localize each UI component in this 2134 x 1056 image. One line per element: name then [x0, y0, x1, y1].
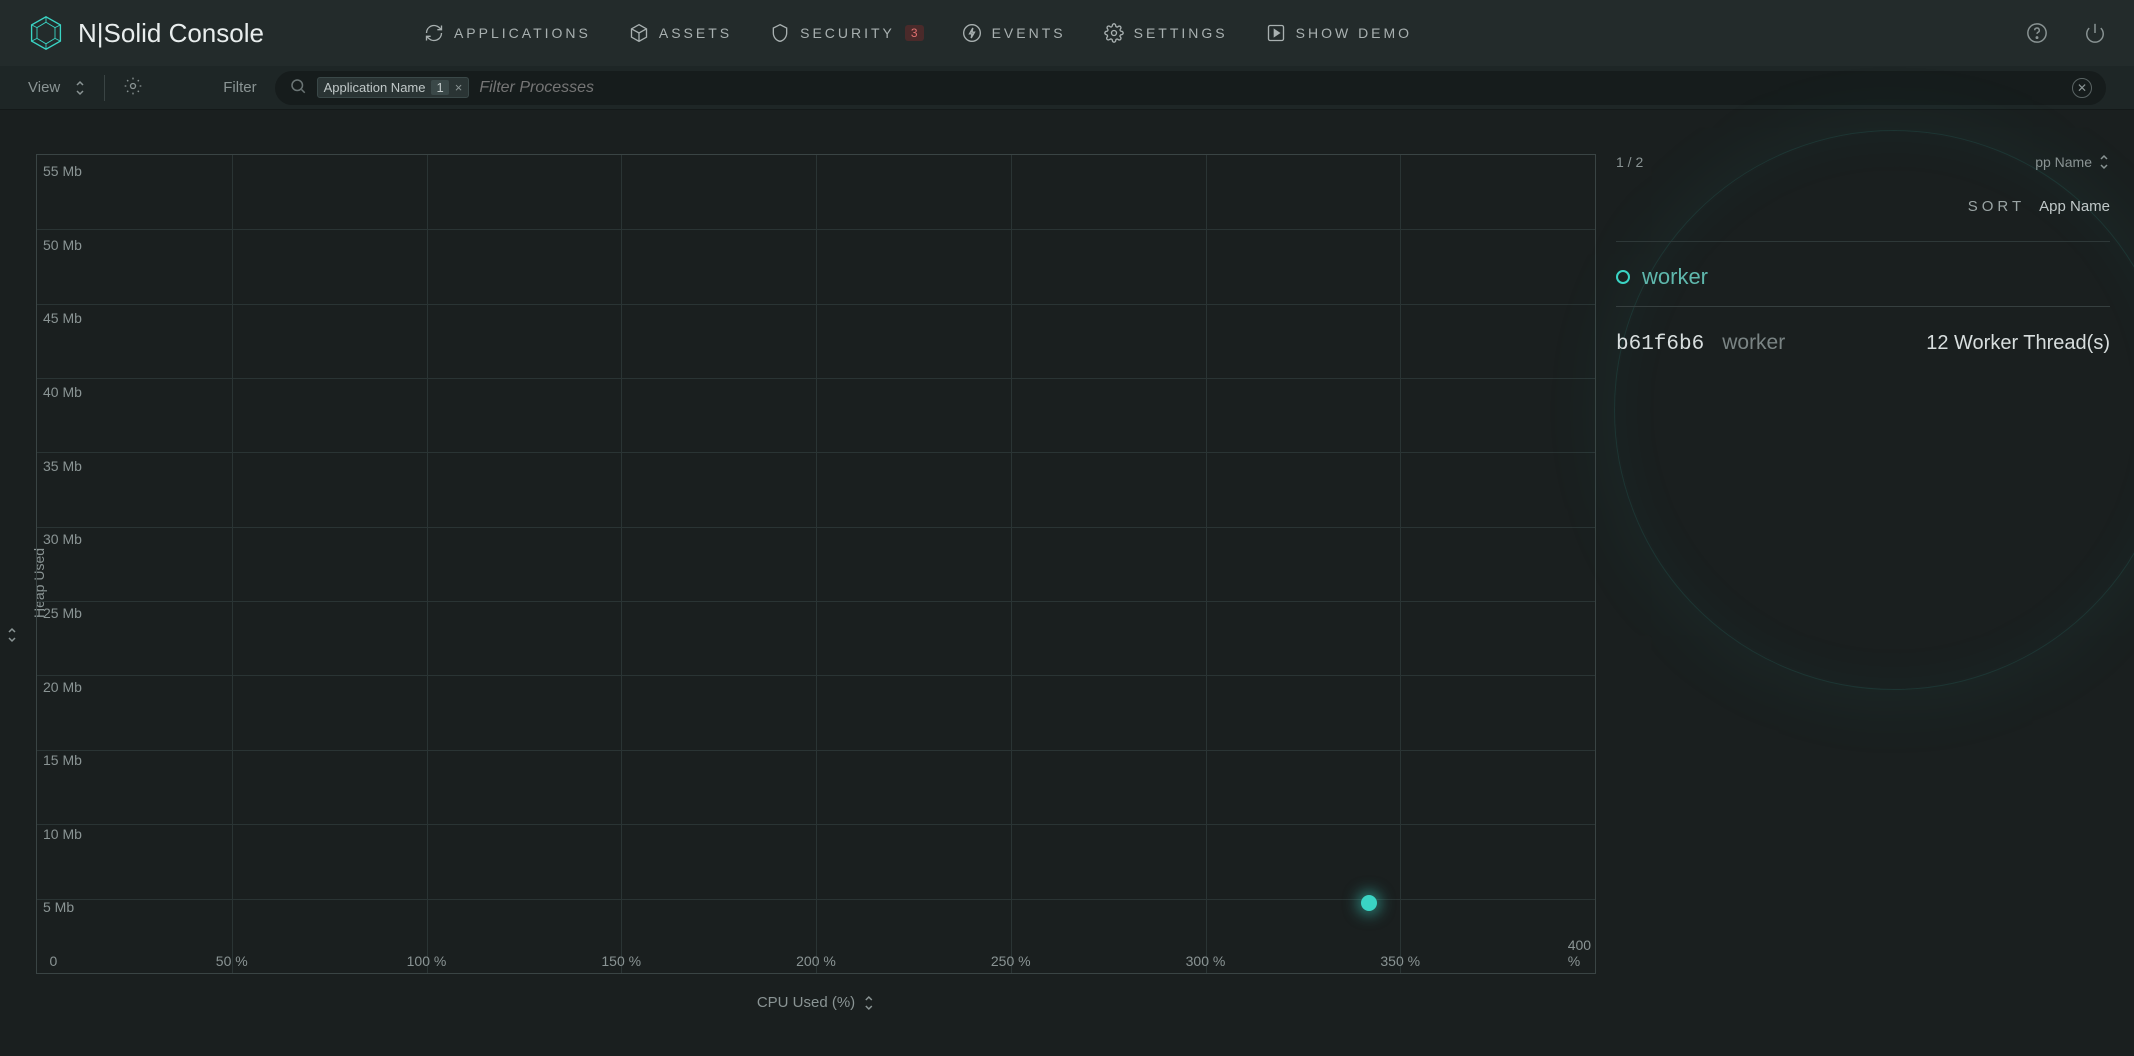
top-nav: APPLICATIONS ASSETS SECURITY 3 EVENTS — [424, 23, 1412, 43]
chip-label: Application Name — [324, 80, 426, 95]
cube-icon — [629, 23, 649, 43]
search-icon — [289, 77, 307, 98]
right-panel: 1 / 2 pp Name SORT App Name worker b61f6… — [1616, 154, 2110, 380]
process-name: worker — [1722, 331, 1785, 355]
nav-label: SECURITY — [800, 25, 895, 41]
data-point-worker[interactable] — [1361, 895, 1377, 911]
nav-assets[interactable]: ASSETS — [629, 23, 732, 43]
y-tick: 20 Mb — [43, 679, 82, 695]
y-axis-updown-icon[interactable] — [6, 627, 18, 646]
sort-label: SORT — [1968, 198, 2025, 215]
x-tick: 350 % — [1380, 953, 1420, 969]
y-tick: 30 Mb — [43, 531, 82, 547]
shield-icon — [770, 23, 790, 43]
app-status-dot-icon — [1616, 270, 1630, 284]
filter-input[interactable] — [479, 79, 2062, 97]
nav-label: SETTINGS — [1134, 25, 1228, 41]
power-icon[interactable] — [2084, 22, 2106, 44]
nav-events[interactable]: EVENTS — [962, 23, 1066, 43]
updown-icon — [863, 995, 875, 1011]
y-tick: 5 Mb — [43, 899, 74, 915]
y-tick: 45 Mb — [43, 310, 82, 326]
view-settings-icon[interactable] — [123, 76, 143, 99]
nav-applications[interactable]: APPLICATIONS — [424, 23, 591, 43]
filter-bar: View Filter Application Name 1 × ✕ — [0, 66, 2134, 110]
header-right — [2026, 22, 2106, 44]
panel-top-row: 1 / 2 pp Name — [1616, 154, 2110, 170]
chip-remove-icon[interactable]: × — [455, 80, 463, 95]
nav-show-demo[interactable]: SHOW DEMO — [1266, 23, 1412, 43]
nav-security[interactable]: SECURITY 3 — [770, 23, 923, 43]
x-tick: 0 — [49, 953, 57, 969]
logo-icon — [28, 15, 64, 51]
panel-divider — [1616, 241, 2110, 242]
y-tick: 25 Mb — [43, 605, 82, 621]
chip-count: 1 — [431, 80, 448, 95]
y-tick: 15 Mb — [43, 752, 82, 768]
clear-search-icon[interactable]: ✕ — [2072, 78, 2092, 98]
nav-label: EVENTS — [992, 25, 1066, 41]
logo-group: N|Solid Console — [28, 15, 264, 51]
nav-label: SHOW DEMO — [1296, 25, 1412, 41]
header: N|Solid Console APPLICATIONS ASSETS SECU… — [0, 0, 2134, 66]
x-tick: 400 % — [1568, 937, 1591, 969]
x-axis-label[interactable]: CPU Used (%) — [757, 994, 875, 1011]
play-icon — [1266, 23, 1286, 43]
divider — [104, 75, 105, 101]
updown-icon — [74, 80, 86, 96]
x-tick: 150 % — [601, 953, 641, 969]
nav-label: APPLICATIONS — [454, 25, 591, 41]
scatter-chart[interactable]: 55 Mb 50 Mb 45 Mb 40 Mb 35 Mb 30 Mb 25 M… — [36, 154, 1596, 974]
y-tick: 10 Mb — [43, 826, 82, 842]
app-name: worker — [1642, 264, 1708, 290]
lightning-icon — [962, 23, 982, 43]
x-tick: 50 % — [216, 953, 248, 969]
help-icon[interactable] — [2026, 22, 2048, 44]
filter-label: Filter — [223, 79, 256, 96]
app-row[interactable]: worker — [1616, 256, 2110, 307]
process-row[interactable]: b61f6b6 worker 12 Worker Thread(s) — [1616, 307, 2110, 380]
view-label: View — [28, 79, 60, 96]
top-sort-fragment: pp Name — [2035, 154, 2110, 170]
main: Heap Used 55 Mb 50 Mb 45 Mb 40 Mb 35 Mb … — [0, 110, 2134, 1056]
security-badge: 3 — [905, 25, 924, 41]
y-tick: 50 Mb — [43, 237, 82, 253]
search-container: Application Name 1 × ✕ — [275, 71, 2106, 105]
filter-chip[interactable]: Application Name 1 × — [317, 77, 470, 98]
view-control[interactable]: View — [28, 79, 86, 96]
x-tick: 100 % — [407, 953, 447, 969]
updown-icon — [2098, 154, 2110, 170]
sort-value: App Name — [2039, 198, 2110, 215]
process-id: b61f6b6 — [1616, 333, 1704, 356]
x-tick: 300 % — [1186, 953, 1226, 969]
sort-control[interactable]: SORT App Name — [1616, 198, 2110, 215]
process-threads: 12 Worker Thread(s) — [1926, 332, 2110, 355]
nav-label: ASSETS — [659, 25, 732, 41]
item-counter: 1 / 2 — [1616, 154, 1643, 170]
y-tick: 55 Mb — [43, 163, 82, 179]
refresh-icon — [424, 23, 444, 43]
x-tick: 200 % — [796, 953, 836, 969]
y-tick: 35 Mb — [43, 458, 82, 474]
nav-settings[interactable]: SETTINGS — [1104, 23, 1228, 43]
x-tick: 250 % — [991, 953, 1031, 969]
gear-icon — [1104, 23, 1124, 43]
app-title: N|Solid Console — [78, 18, 264, 49]
y-tick: 40 Mb — [43, 384, 82, 400]
